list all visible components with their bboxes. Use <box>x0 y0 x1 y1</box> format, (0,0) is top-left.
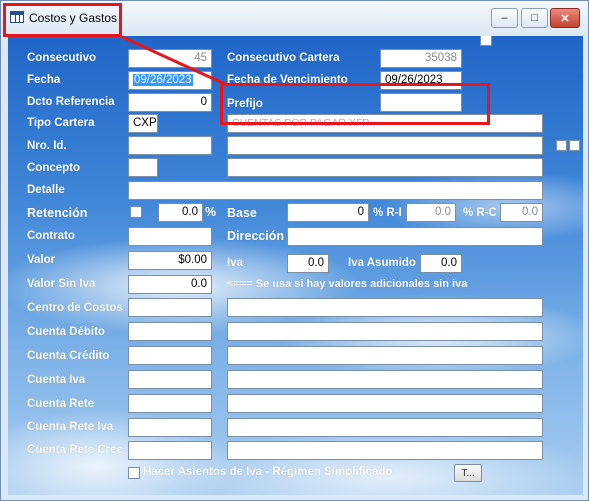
form-panel: Consecutivo 45 Consecutivo Cartera 35038… <box>8 36 583 495</box>
iva-asumido-label: Iva Asumido <box>348 257 416 269</box>
cuenta-iva-field[interactable] <box>128 370 212 389</box>
detalle-label: Detalle <box>27 184 65 196</box>
costos-y-gastos-window: Costos y Gastos – □ ✕ Consecutivo 45 Con… <box>0 0 589 501</box>
prefijo-field[interactable] <box>380 93 462 112</box>
window-table-icon <box>10 11 24 23</box>
tipo-cartera-description: CUENTAS POR PAGAR XFP <box>227 114 543 133</box>
pct-ri-label: % R-I <box>373 207 402 219</box>
dcto-referencia-field[interactable]: 0 <box>128 93 212 112</box>
title-bar[interactable]: Costos y Gastos – □ ✕ <box>1 1 588 35</box>
cuenta-debito-label: Cuenta Débito <box>27 326 105 338</box>
valor-sin-iva-label: Valor Sin Iva <box>27 278 96 290</box>
nro-id-option-1[interactable] <box>556 140 567 151</box>
retencion-unit: % <box>205 205 217 219</box>
cuenta-rete-iva-label: Cuenta Rete Iva <box>27 421 114 433</box>
fecha-label: Fecha <box>27 74 61 86</box>
asientos-iva-checkbox[interactable] <box>128 467 140 479</box>
minimize-button[interactable]: – <box>491 8 518 28</box>
maximize-button[interactable]: □ <box>521 8 548 28</box>
window-title: Costos y Gastos <box>29 11 118 25</box>
concepto-description-field[interactable] <box>227 158 543 177</box>
centro-costos-description[interactable] <box>227 298 543 317</box>
fecha-vencimiento-label: Fecha de Vencimiento <box>227 74 348 86</box>
consecutivo-field[interactable]: 45 <box>128 49 212 68</box>
nro-id-name-field[interactable] <box>227 136 543 155</box>
asientos-iva-label: Hacer Asientos de Iva - Régimen Simplifi… <box>143 466 393 478</box>
concepto-field[interactable] <box>128 158 158 177</box>
cuenta-credito-field[interactable] <box>128 346 212 365</box>
centro-costos-field[interactable] <box>128 298 212 317</box>
cuenta-rete-field[interactable] <box>128 394 212 413</box>
cuenta-rete-cree-field[interactable] <box>128 441 212 460</box>
nro-id-label: Nro. Id. <box>27 140 67 152</box>
fecha-value: 09/26/2023 <box>133 74 193 86</box>
cuenta-debito-description[interactable] <box>227 322 543 341</box>
retencion-field[interactable]: 0.0 <box>158 203 203 222</box>
nro-id-option-2[interactable] <box>569 140 580 151</box>
consecutivo-label: Consecutivo <box>27 52 97 64</box>
valor-sin-iva-note: <=== Se usa si hay valores adicionales s… <box>227 278 468 290</box>
consecutivo-cartera-label: Consecutivo Cartera <box>227 52 340 64</box>
cuenta-rete-label: Cuenta Rete <box>27 398 95 410</box>
tipo-cartera-label: Tipo Cartera <box>27 117 95 129</box>
tipo-cartera-field[interactable]: CXP <box>128 114 158 133</box>
t-button[interactable]: T... <box>454 464 482 482</box>
direccion-field[interactable] <box>287 227 543 246</box>
cuenta-iva-label: Cuenta Iva <box>27 374 86 386</box>
cuenta-rete-cree-label: Cuenta Rete Cree <box>27 444 123 456</box>
cuenta-credito-label: Cuenta Crédito <box>27 350 110 362</box>
cuenta-rete-iva-field[interactable] <box>128 418 212 437</box>
iva-field[interactable]: 0.0 <box>287 254 329 273</box>
iva-asumido-field[interactable]: 0.0 <box>420 254 462 273</box>
contrato-label: Contrato <box>27 230 75 242</box>
retencion-checkbox[interactable] <box>130 206 142 218</box>
detalle-field[interactable] <box>128 181 543 200</box>
cuenta-credito-description[interactable] <box>227 346 543 365</box>
retencion-label: Retención <box>27 206 88 220</box>
base-field[interactable]: 0 <box>287 203 369 222</box>
consecutivo-cartera-field[interactable]: 35038 <box>380 49 462 68</box>
direccion-label: Dirección <box>227 229 284 243</box>
valor-label: Valor <box>27 254 56 266</box>
pct-rc-field[interactable]: 0.0 <box>500 203 543 222</box>
valor-field[interactable]: $0.00 <box>128 251 212 270</box>
prefijo-label: Prefijo <box>227 98 263 110</box>
cuenta-iva-description[interactable] <box>227 370 543 389</box>
top-right-checkbox[interactable] <box>480 36 492 46</box>
nro-id-field[interactable] <box>128 136 212 155</box>
centro-costos-label: Centro de Costos <box>27 302 123 314</box>
fecha-field[interactable]: 09/26/2023 <box>128 71 212 90</box>
base-label: Base <box>227 206 257 220</box>
contrato-field[interactable] <box>128 227 212 246</box>
cuenta-debito-field[interactable] <box>128 322 212 341</box>
cuenta-rete-iva-description[interactable] <box>227 418 543 437</box>
dcto-referencia-label: Dcto Referencia <box>27 96 115 108</box>
pct-rc-label: % R-C <box>463 207 497 219</box>
fecha-vencimiento-field[interactable]: 09/26/2023 <box>380 71 462 90</box>
cuenta-rete-cree-description[interactable] <box>227 441 543 460</box>
valor-sin-iva-field[interactable]: 0.0 <box>128 275 212 294</box>
close-button[interactable]: ✕ <box>550 8 580 28</box>
cuenta-rete-description[interactable] <box>227 394 543 413</box>
concepto-label: Concepto <box>27 162 81 174</box>
iva-label: Iva <box>227 257 243 269</box>
pct-ri-field[interactable]: 0.0 <box>406 203 456 222</box>
